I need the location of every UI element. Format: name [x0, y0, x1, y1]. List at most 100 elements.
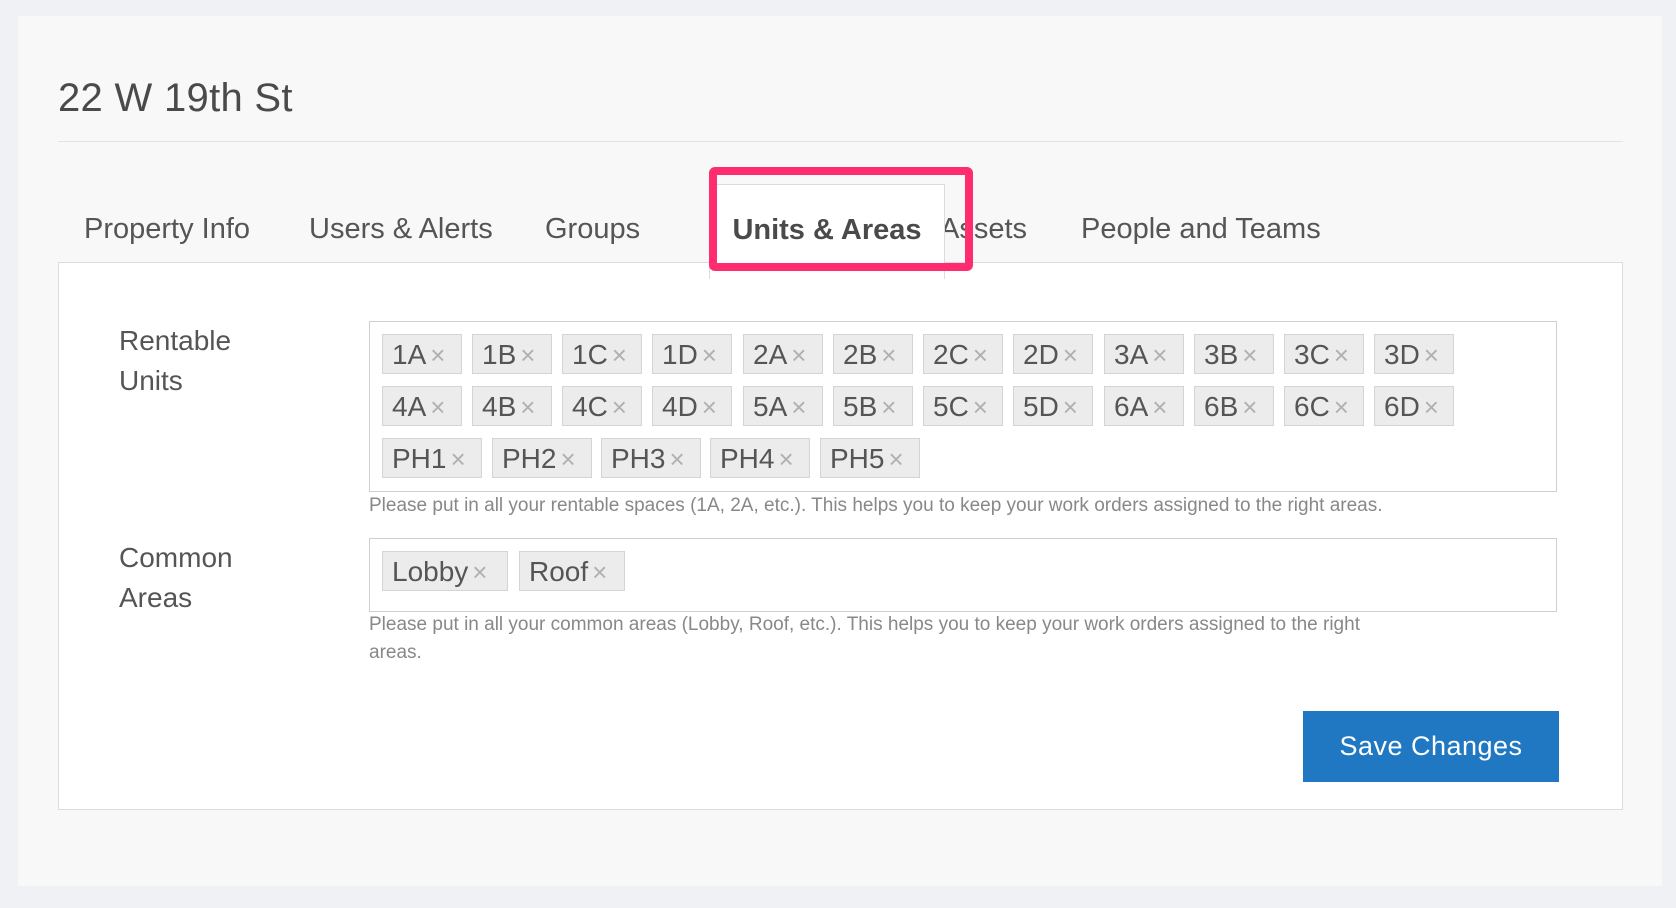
tag-chip: PH2 × [492, 438, 592, 478]
close-icon[interactable]: × [791, 387, 806, 427]
tag-label: 1A [392, 339, 427, 370]
tag-label: 6C [1294, 391, 1330, 422]
tag-label: 1C [572, 339, 608, 370]
tag-chip: 3A × [1104, 334, 1184, 374]
tag-label: 6D [1384, 391, 1420, 422]
close-icon[interactable]: × [881, 335, 896, 375]
tag-label: 1D [662, 339, 698, 370]
tag-chip: 1C × [562, 334, 642, 374]
tag-chip: 2D × [1013, 334, 1093, 374]
close-icon[interactable]: × [881, 387, 896, 427]
tag-label: 2D [1023, 339, 1059, 370]
close-icon[interactable]: × [973, 335, 988, 375]
common-areas-label: Common Areas [119, 542, 233, 613]
tag-chip: 3D × [1374, 334, 1454, 374]
tag-label: 5B [843, 391, 878, 422]
tag-label: 5D [1023, 391, 1059, 422]
close-icon[interactable]: × [1063, 387, 1078, 427]
close-icon[interactable]: × [669, 439, 684, 479]
tag-chip: 2B × [833, 334, 913, 374]
tag-chip: 1A × [382, 334, 462, 374]
tag-chip: 3B × [1194, 334, 1274, 374]
tag-chip: PH5 × [820, 438, 920, 478]
tag-chip: 5B × [833, 386, 913, 426]
close-icon[interactable]: × [450, 439, 465, 479]
close-icon[interactable]: × [1152, 335, 1167, 375]
close-icon[interactable]: × [612, 387, 627, 427]
tag-label: 4C [572, 391, 608, 422]
close-icon[interactable]: × [791, 335, 806, 375]
tag-label: 5A [753, 391, 788, 422]
close-icon[interactable]: × [430, 335, 445, 375]
tag-chip: PH1 × [382, 438, 482, 478]
tag-label: 2A [753, 339, 788, 370]
close-icon[interactable]: × [520, 335, 535, 375]
tag-label: 3C [1294, 339, 1330, 370]
tag-label: 3D [1384, 339, 1420, 370]
tag-label: 6B [1204, 391, 1239, 422]
settings-panel: 22 W 19th St Property Info Users & Alert… [18, 16, 1662, 886]
tag-chip: 6A × [1104, 386, 1184, 426]
close-icon[interactable]: × [1063, 335, 1078, 375]
rentable-units-help: Please put in all your rentable spaces (… [369, 495, 1383, 516]
close-icon[interactable]: × [702, 335, 717, 375]
close-icon[interactable]: × [888, 439, 903, 479]
common-areas-help: Please put in all your common areas (Lob… [369, 614, 1360, 663]
tag-label: 2C [933, 339, 969, 370]
tag-chip: 2A × [743, 334, 823, 374]
close-icon[interactable]: × [1424, 387, 1439, 427]
close-icon[interactable]: × [1152, 387, 1167, 427]
tag-chip: 4A × [382, 386, 462, 426]
close-icon[interactable]: × [520, 387, 535, 427]
rentable-units-input[interactable]: 1A × 1B × 1C × 1D × 2A × 2B × 2C × 2D × 3A × 3B × 3C × 3D × 4A × 4… [369, 321, 1557, 492]
tag-label: 4A [392, 391, 427, 422]
tag-chip: 1B × [472, 334, 552, 374]
tag-chip: 6C × [1284, 386, 1364, 426]
close-icon[interactable]: × [592, 552, 607, 592]
tag-label: 4D [662, 391, 698, 422]
tab-units-areas[interactable]: Units & Areas [709, 184, 945, 279]
tag-chip: Roof × [519, 551, 625, 591]
page-title: 22 W 19th St [58, 76, 293, 120]
tag-chip: Lobby × [382, 551, 508, 591]
tag-chip: 6D × [1374, 386, 1454, 426]
close-icon[interactable]: × [560, 439, 575, 479]
units-areas-content: Rentable Units 1A × 1B × 1C × 1D × 2A × 2B × 2C × 2D × 3… [58, 262, 1623, 810]
tag-label: PH5 [830, 443, 885, 474]
tag-chip: PH4 × [710, 438, 810, 478]
close-icon[interactable]: × [1242, 335, 1257, 375]
common-areas-input[interactable]: Lobby × Roof × [369, 538, 1557, 612]
save-changes-button[interactable]: Save Changes [1303, 711, 1559, 782]
close-icon[interactable]: × [472, 552, 487, 592]
tag-chip: 2C × [923, 334, 1003, 374]
close-icon[interactable]: × [612, 335, 627, 375]
tag-label: 3B [1204, 339, 1239, 370]
tag-label: 6A [1114, 391, 1149, 422]
tag-chip: 6B × [1194, 386, 1274, 426]
tag-label: 5C [933, 391, 969, 422]
close-icon[interactable]: × [1242, 387, 1257, 427]
tag-chip: 4C × [562, 386, 642, 426]
tag-chip: 4D × [652, 386, 732, 426]
title-divider [58, 141, 1623, 142]
close-icon[interactable]: × [1334, 387, 1349, 427]
tag-chip: 4B × [472, 386, 552, 426]
tag-label: Roof [529, 556, 589, 587]
tag-label: PH2 [502, 443, 557, 474]
tag-chip: 5C × [923, 386, 1003, 426]
close-icon[interactable]: × [778, 439, 793, 479]
tag-label: 4B [482, 391, 517, 422]
rentable-units-label: Rentable Units [119, 325, 232, 396]
close-icon[interactable]: × [1424, 335, 1439, 375]
tag-label: PH1 [392, 443, 447, 474]
tag-chip: 3C × [1284, 334, 1364, 374]
close-icon[interactable]: × [430, 387, 445, 427]
close-icon[interactable]: × [973, 387, 988, 427]
tag-label: Lobby [392, 556, 469, 587]
close-icon[interactable]: × [702, 387, 717, 427]
tag-label: 2B [843, 339, 878, 370]
tag-chip: 5A × [743, 386, 823, 426]
tag-label: 1B [482, 339, 517, 370]
tag-label: PH4 [720, 443, 775, 474]
close-icon[interactable]: × [1334, 335, 1349, 375]
